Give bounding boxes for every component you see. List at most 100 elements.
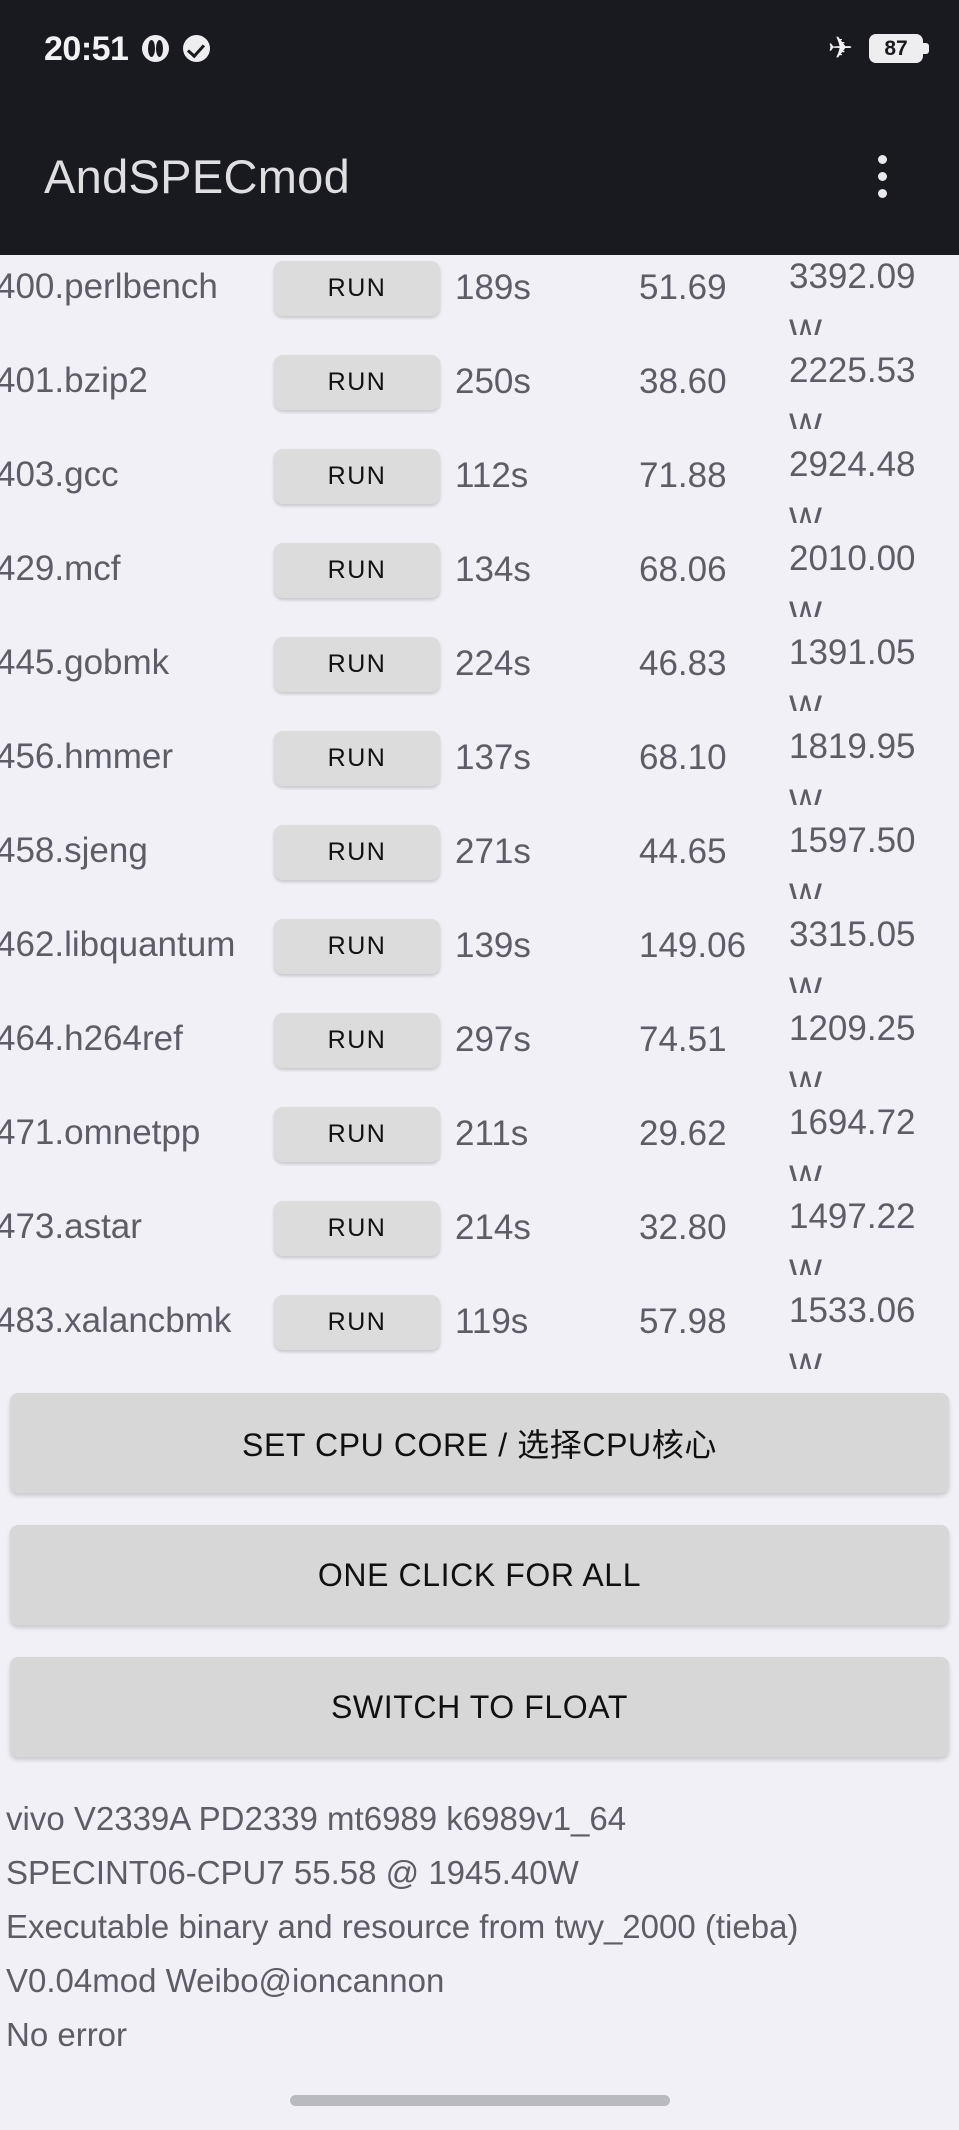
benchmark-time: 250s <box>455 362 531 401</box>
benchmark-power-value: 1694.72 <box>789 1103 916 1142</box>
benchmark-score: 32.80 <box>639 1208 727 1247</box>
benchmark-time: 297s <box>455 1020 531 1059</box>
table-row: 445.gobmk RUN 224s 46.83 1391.05 W <box>0 617 959 711</box>
benchmark-name: 464.h264ref <box>0 1019 183 1058</box>
run-button[interactable]: RUN <box>274 1295 440 1350</box>
run-button[interactable]: RUN <box>274 1201 440 1256</box>
table-row: 471.omnetpp RUN 211s 29.62 1694.72 W <box>0 1087 959 1181</box>
benchmark-time: 271s <box>455 832 531 871</box>
benchmark-power-value: 1209.25 <box>789 1009 916 1048</box>
benchmark-power-value: 1391.05 <box>789 633 916 672</box>
benchmark-power-unit: W <box>789 783 823 805</box>
run-button[interactable]: RUN <box>274 825 440 880</box>
table-row: 401.bzip2 RUN 250s 38.60 2225.53 W <box>0 335 959 429</box>
benchmark-name: 456.hmmer <box>0 737 174 776</box>
benchmark-score: 68.06 <box>639 550 727 589</box>
benchmark-power: 1391.05 W <box>789 617 939 711</box>
benchmark-power-unit: W <box>789 1159 823 1181</box>
benchmark-name: 462.libquantum <box>0 925 236 964</box>
battery-level-label: 87 <box>884 37 908 60</box>
benchmark-power-value: 1819.95 <box>789 727 916 766</box>
gesture-navigation-bar[interactable] <box>289 2095 670 2106</box>
table-row: 464.h264ref RUN 297s 74.51 1209.25 W <box>0 993 959 1087</box>
table-row: 483.xalancbmk RUN 119s 57.98 1533.06 W <box>0 1275 959 1369</box>
airplane-mode-icon: ✈ <box>827 31 853 65</box>
run-button[interactable]: RUN <box>274 731 440 786</box>
benchmark-name: 401.bzip2 <box>0 361 148 400</box>
set-cpu-core-button[interactable]: SET CPU CORE / 选择CPU核心 <box>10 1393 949 1493</box>
benchmark-score: 46.83 <box>639 644 727 683</box>
benchmark-power-unit: W <box>789 1253 823 1275</box>
action-button-group: SET CPU CORE / 选择CPU核心 ONE CLICK FOR ALL… <box>0 1393 959 1789</box>
app-bar: AndSPECmod <box>0 97 959 255</box>
benchmark-name: 483.xalancbmk <box>0 1301 232 1340</box>
run-button[interactable]: RUN <box>274 637 440 692</box>
table-row: 462.libquantum RUN 139s 149.06 3315.05 W <box>0 899 959 993</box>
benchmark-time: 211s <box>455 1114 529 1153</box>
benchmark-time: 137s <box>455 738 531 777</box>
dual-audio-icon <box>142 35 170 62</box>
benchmark-power-unit: W <box>789 877 823 899</box>
run-button[interactable]: RUN <box>274 1107 440 1162</box>
benchmark-power: 1819.95 W <box>789 711 939 805</box>
status-bar-clock: 20:51 <box>44 29 129 68</box>
run-button[interactable]: RUN <box>274 355 440 410</box>
benchmark-power: 2924.48 W <box>789 429 939 523</box>
table-row: 458.sjeng RUN 271s 44.65 1597.50 W <box>0 805 959 899</box>
benchmark-score: 149.06 <box>639 926 747 965</box>
run-button[interactable]: RUN <box>274 449 440 504</box>
benchmark-time: 119s <box>455 1302 529 1341</box>
device-info-line: vivo V2339A PD2339 mt6989 k6989v1_64 <box>6 1800 627 1837</box>
benchmark-power-value: 3392.09 <box>789 257 916 296</box>
benchmark-name: 471.omnetpp <box>0 1113 201 1152</box>
status-bar: 20:51 ✈ 87 <box>0 0 959 97</box>
benchmark-power: 1597.50 W <box>789 805 939 899</box>
benchmark-power-value: 3315.05 <box>789 915 916 954</box>
benchmark-time: 189s <box>455 268 531 307</box>
benchmark-name: 403.gcc <box>0 455 119 494</box>
error-status-line: No error <box>6 2016 128 2053</box>
status-bar-left: 20:51 <box>44 29 211 68</box>
benchmark-power: 2010.00 W <box>789 523 939 617</box>
benchmark-power-unit: W <box>789 313 823 335</box>
table-row: 400.perlbench RUN 189s 51.69 3392.09 W <box>0 255 959 335</box>
table-row: 403.gcc RUN 112s 71.88 2924.48 W <box>0 429 959 523</box>
benchmark-score: 71.88 <box>639 456 727 495</box>
benchmark-time: 214s <box>455 1208 531 1247</box>
benchmark-power-value: 1533.06 <box>789 1291 916 1330</box>
benchmark-power-value: 2924.48 <box>789 445 916 484</box>
benchmark-score: 44.65 <box>639 832 727 871</box>
run-button[interactable]: RUN <box>274 919 440 974</box>
benchmark-power: 2225.53 W <box>789 335 939 429</box>
run-button[interactable]: RUN <box>274 543 440 598</box>
switch-to-float-button[interactable]: SWITCH TO FLOAT <box>10 1657 949 1757</box>
benchmark-power: 3392.09 W <box>789 255 939 335</box>
footer-info: vivo V2339A PD2339 mt6989 k6989v1_64 SPE… <box>0 1792 959 2062</box>
one-click-for-all-button[interactable]: ONE CLICK FOR ALL <box>10 1525 949 1625</box>
credit-line: Executable binary and resource from twy_… <box>6 1908 799 1945</box>
benchmark-power: 1694.72 W <box>789 1087 939 1181</box>
page-title: AndSPECmod <box>44 149 351 203</box>
benchmark-power-unit: W <box>789 501 823 523</box>
table-row: 473.astar RUN 214s 32.80 1497.22 W <box>0 1181 959 1275</box>
more-options-icon[interactable] <box>845 139 919 213</box>
benchmark-score: 51.69 <box>639 268 727 307</box>
benchmark-name: 473.astar <box>0 1207 142 1246</box>
benchmark-power-unit: W <box>789 407 823 429</box>
run-button[interactable]: RUN <box>274 261 440 316</box>
benchmark-time: 139s <box>455 926 531 965</box>
benchmark-list[interactable]: 400.perlbench RUN 189s 51.69 3392.09 W 401.bzi… <box>0 255 959 1393</box>
table-row: 429.mcf RUN 134s 68.06 2010.00 W <box>0 523 959 617</box>
result-summary-line: SPECINT06-CPU7 55.58 @ 1945.40W <box>6 1854 579 1891</box>
run-button[interactable]: RUN <box>274 1013 440 1068</box>
benchmark-power-value: 2225.53 <box>789 351 916 390</box>
benchmark-time: 224s <box>455 644 531 683</box>
benchmark-power-value: 1597.50 <box>789 821 916 860</box>
benchmark-time: 134s <box>455 550 531 589</box>
benchmark-name: 429.mcf <box>0 549 121 588</box>
benchmark-name: 400.perlbench <box>0 267 218 306</box>
benchmark-score: 74.51 <box>639 1020 727 1059</box>
benchmark-power-unit: W <box>789 971 823 993</box>
check-circle-icon <box>183 35 211 62</box>
benchmark-score: 68.10 <box>639 738 727 777</box>
